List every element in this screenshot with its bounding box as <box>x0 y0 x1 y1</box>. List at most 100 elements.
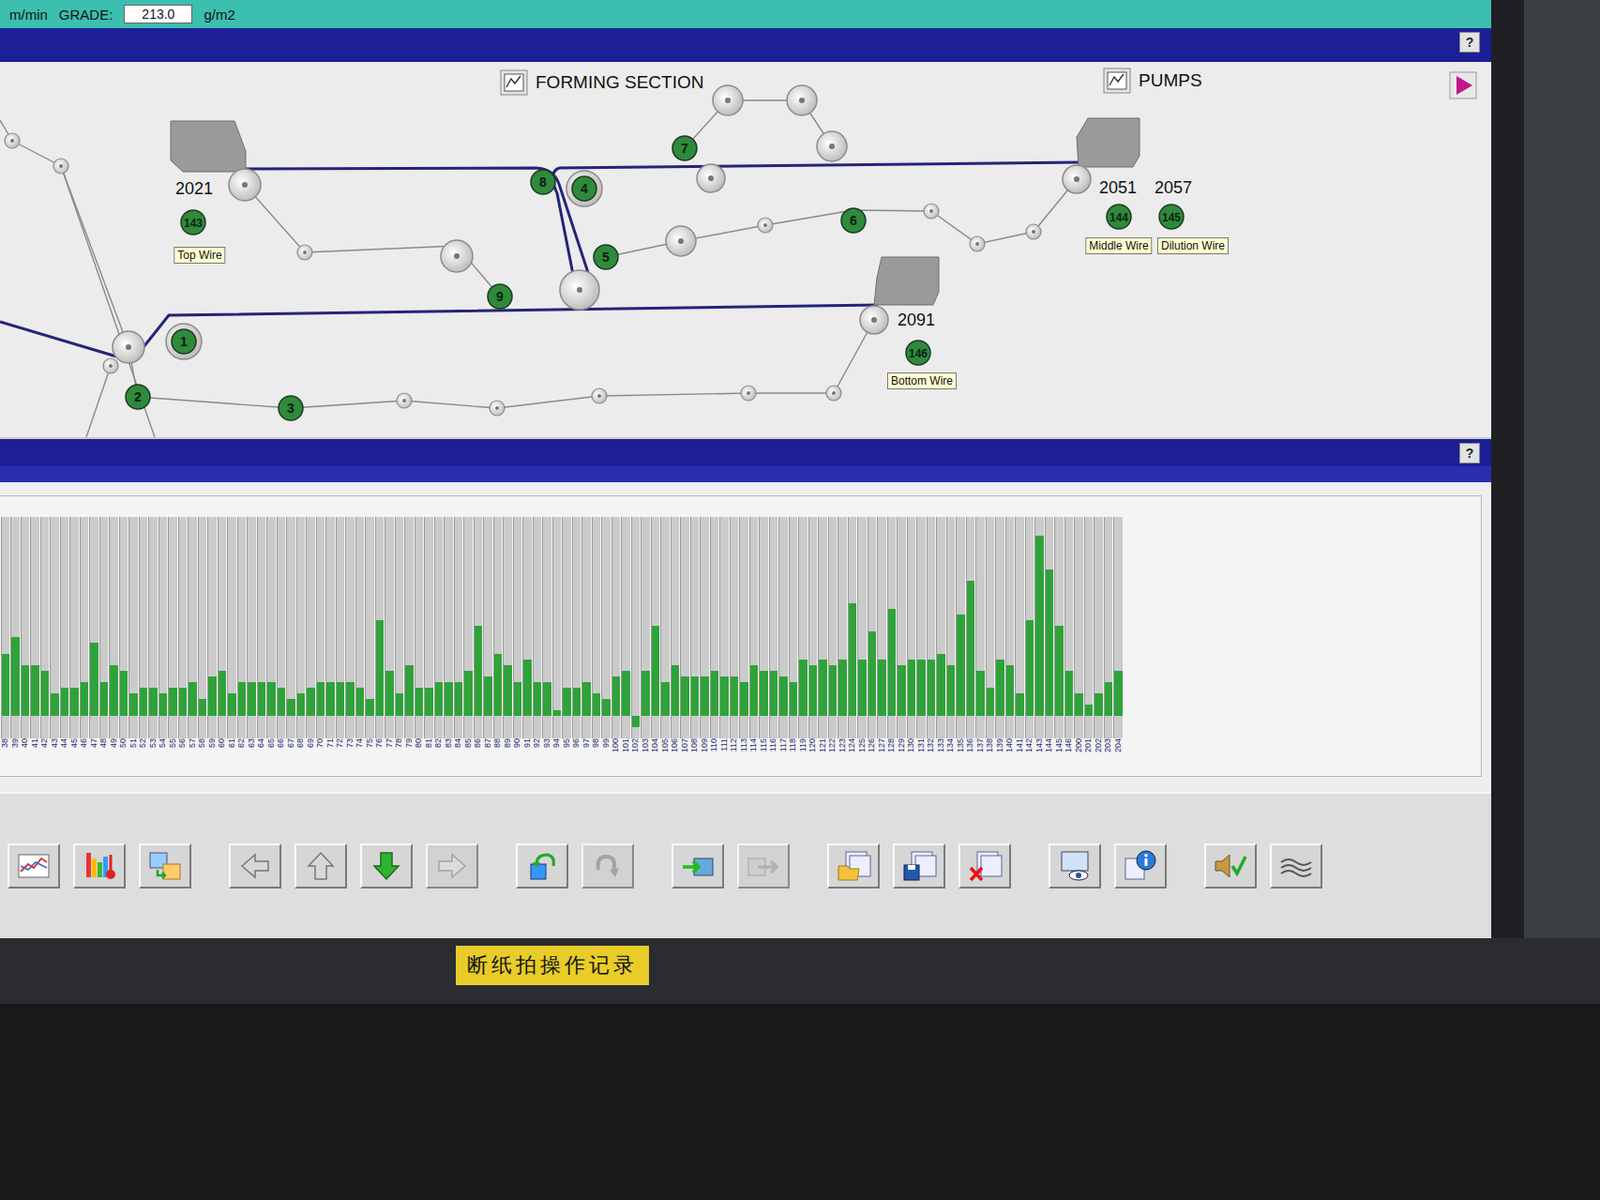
bar-label: 106 <box>669 738 680 756</box>
svg-text:3: 3 <box>286 400 295 416</box>
toolbar-button[interactable] <box>827 843 880 889</box>
bar-track <box>1093 516 1103 739</box>
bar-column: 146 <box>1063 516 1074 756</box>
svg-text:143: 143 <box>183 216 203 230</box>
bar-label: 138 <box>984 738 995 756</box>
bar-column: 57 <box>187 516 198 756</box>
roll-marker[interactable]: 7 <box>672 135 697 161</box>
grade-field[interactable]: 213.0 <box>123 4 193 24</box>
toolbar-button[interactable] <box>360 843 413 889</box>
bar <box>149 687 158 716</box>
bar <box>769 670 779 716</box>
toolbar-button[interactable] <box>737 843 790 889</box>
forming-section-title[interactable]: FORMING SECTION <box>499 69 704 96</box>
next-page-icon[interactable] <box>1449 71 1478 100</box>
toolbar-button[interactable] <box>1048 843 1102 889</box>
roll-marker[interactable]: 5 <box>593 244 619 270</box>
bar-track <box>217 516 227 739</box>
bar <box>80 681 90 716</box>
toolbar-button[interactable] <box>581 843 634 889</box>
grade-unit: g/m2 <box>203 6 235 23</box>
wire-line <box>60 166 155 438</box>
bar <box>464 670 473 716</box>
roll-marker[interactable]: 3 <box>278 395 303 421</box>
roll-marker[interactable]: 6 <box>841 208 866 233</box>
toolbar-button[interactable] <box>892 843 946 889</box>
bar-column: 39 <box>10 516 21 756</box>
wire-marker[interactable]: 2021143 <box>175 179 213 235</box>
bar-column: 100 <box>610 516 621 756</box>
toolbar-button[interactable] <box>1204 843 1257 889</box>
bar-column: 45 <box>69 516 80 756</box>
toolbar-button[interactable] <box>73 843 126 889</box>
bar-column: 72 <box>334 516 346 756</box>
bar-track <box>690 516 700 739</box>
wire-marker[interactable]: 2051144 <box>1099 178 1137 229</box>
svg-text:144: 144 <box>1109 211 1129 225</box>
bar-track <box>788 516 799 739</box>
wire-marker[interactable]: 2057145 <box>1154 178 1193 229</box>
bar-track <box>197 516 208 739</box>
bar <box>621 670 631 716</box>
toolbar-button[interactable] <box>1114 843 1167 889</box>
bar <box>208 676 217 716</box>
bar <box>503 664 513 716</box>
small-roll <box>53 158 69 174</box>
bar-column: 80 <box>413 516 424 756</box>
pumps-title[interactable]: PUMPS <box>1102 67 1203 94</box>
toolbar-button[interactable] <box>138 843 192 889</box>
toolbar-group <box>515 843 634 889</box>
bar-label: 68 <box>295 738 305 752</box>
bar <box>1055 625 1064 716</box>
toolbar-button[interactable] <box>228 843 282 889</box>
bar-column: 99 <box>601 516 612 756</box>
bar-label: 54 <box>157 738 167 752</box>
up-arrow-icon <box>301 848 340 883</box>
toolbar-button[interactable] <box>671 843 725 889</box>
bar-track <box>601 516 611 739</box>
headbox <box>170 120 246 172</box>
toolbar-button[interactable] <box>294 843 348 889</box>
roll <box>712 85 743 116</box>
bar-label: 146 <box>1063 738 1073 756</box>
bar <box>376 619 385 716</box>
bar-column: 108 <box>689 516 700 756</box>
toolbar-button[interactable] <box>425 843 479 889</box>
bar-track <box>995 516 1005 739</box>
bar-track <box>384 516 394 739</box>
bar-column: 142 <box>1024 516 1035 756</box>
bar <box>947 664 956 716</box>
bar-track <box>867 516 877 739</box>
help-button[interactable]: ? <box>1459 442 1480 464</box>
bar-track <box>296 516 306 739</box>
roll-marker[interactable]: 8 <box>530 169 556 195</box>
help-button[interactable]: ? <box>1459 31 1480 53</box>
roll-marker[interactable]: 1 <box>171 329 197 354</box>
bar-track <box>1005 516 1015 739</box>
bar-track <box>128 516 138 739</box>
roll-marker[interactable]: 9 <box>487 284 513 309</box>
wire-marker[interactable]: 2091146 <box>897 310 936 365</box>
toolbar-button[interactable] <box>958 843 1012 889</box>
thermometer-icon <box>80 848 119 883</box>
bar <box>474 625 484 716</box>
roll-marker[interactable]: 2 <box>125 384 151 409</box>
bar <box>395 693 405 716</box>
sticker-label: 断纸拍操作记录 <box>455 945 650 985</box>
right-arrow-icon <box>433 848 471 883</box>
toolbar-button[interactable] <box>515 843 569 889</box>
bar-track <box>817 516 828 739</box>
bar-track <box>69 516 79 739</box>
bar-label: 105 <box>660 738 670 756</box>
bar-label: 94 <box>551 738 561 752</box>
bar-track <box>0 516 11 739</box>
toolbar-button[interactable] <box>7 843 61 889</box>
bar <box>238 681 247 716</box>
roll-marker[interactable]: 4 <box>572 176 597 201</box>
bar-column: 74 <box>354 516 365 756</box>
toolbar-button[interactable] <box>1269 843 1323 889</box>
bar-label: 75 <box>364 738 375 752</box>
bar-column: 104 <box>649 516 661 756</box>
bar-track <box>739 516 749 739</box>
bar-column: 133 <box>935 516 947 756</box>
